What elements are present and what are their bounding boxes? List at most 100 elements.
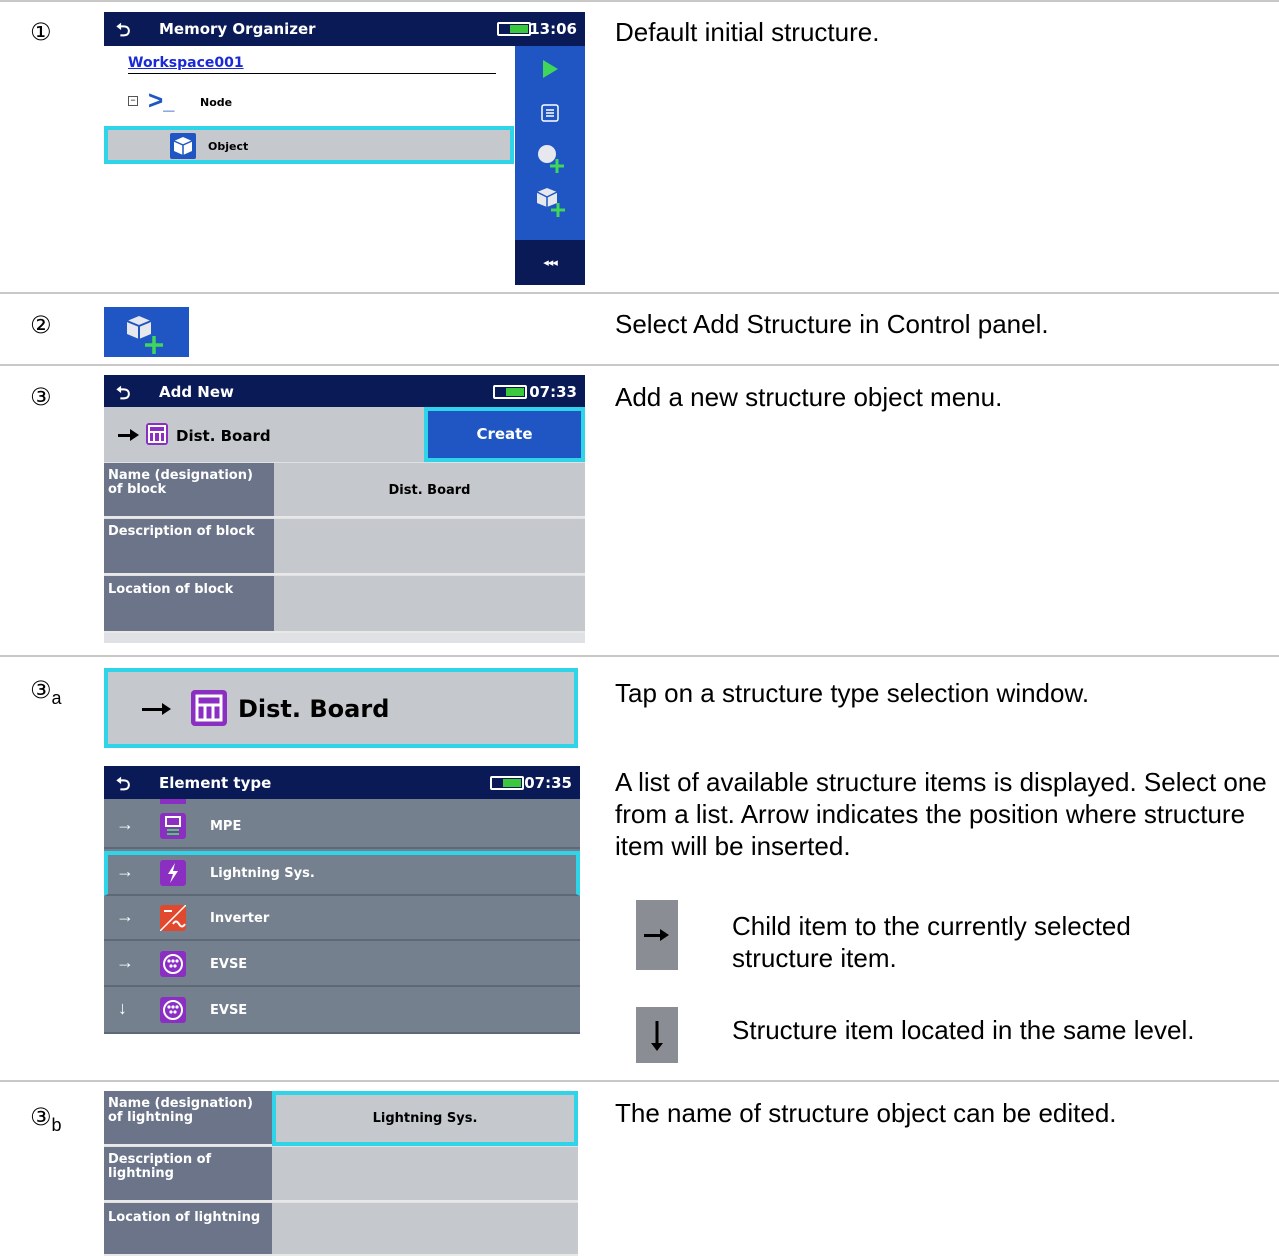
list-item-mpe[interactable]: → MPE bbox=[104, 804, 580, 849]
description-field[interactable] bbox=[272, 1147, 578, 1202]
step-description-1: Default initial structure. bbox=[615, 17, 880, 47]
evse-icon bbox=[160, 951, 186, 977]
add-structure-icon bbox=[126, 316, 163, 354]
add-structure-button[interactable] bbox=[104, 307, 189, 357]
screen-title: Add New bbox=[159, 383, 234, 401]
list-item-evse[interactable]: → EVSE bbox=[104, 942, 580, 987]
control-panel: ◂◂◂ bbox=[515, 46, 585, 285]
inverter-icon bbox=[159, 904, 187, 932]
arrow-down-icon: ↓ bbox=[118, 998, 127, 1018]
field-label: Location of block bbox=[108, 582, 234, 597]
arrow-right-icon: → bbox=[116, 861, 134, 881]
clock: 13:06 bbox=[529, 20, 577, 38]
field-value: Lightning Sys. bbox=[372, 1111, 478, 1126]
battery-icon bbox=[490, 776, 524, 790]
name-field[interactable]: Lightning Sys. bbox=[272, 1091, 578, 1146]
step-marker-3: ③ bbox=[30, 383, 52, 411]
screen-title: Memory Organizer bbox=[159, 20, 316, 38]
separator bbox=[0, 655, 1279, 657]
separator bbox=[0, 1080, 1279, 1082]
collapse-panel-button[interactable]: ◂◂◂ bbox=[515, 240, 585, 285]
evse-icon bbox=[160, 997, 186, 1023]
battery-icon bbox=[493, 385, 527, 399]
back-icon[interactable]: ⮌ bbox=[116, 772, 130, 802]
structure-type-label: Dist. Board bbox=[176, 427, 271, 445]
list-item-evse-same-level[interactable]: ↓ EVSE bbox=[104, 988, 580, 1034]
step-marker-3b: ③b bbox=[30, 1103, 62, 1135]
step-description-3b: The name of structure object can be edit… bbox=[615, 1098, 1117, 1128]
legend-same-text: Structure item located in the same level… bbox=[732, 1015, 1195, 1045]
dist-board-icon bbox=[146, 423, 168, 445]
field-label: Description of block bbox=[108, 524, 255, 539]
back-icon[interactable]: ⮌ bbox=[116, 18, 130, 48]
separator bbox=[0, 0, 1279, 2]
field-label: Location of lightning bbox=[108, 1210, 261, 1225]
field-label-row: Location of block bbox=[104, 576, 274, 633]
screen-header: ⮌ Add New 07:33 bbox=[104, 375, 585, 407]
list-icon[interactable] bbox=[515, 91, 585, 135]
step-description-3a: Tap on a structure type selection window… bbox=[615, 678, 1090, 708]
name-field[interactable]: Dist. Board bbox=[274, 463, 585, 518]
field-label-row: Location of lightning bbox=[104, 1203, 272, 1256]
field-value: Dist. Board bbox=[388, 483, 471, 498]
screen-title: Element type bbox=[159, 774, 272, 792]
add-new-screen: ⮌ Add New 07:33 Dist. Board Create Name … bbox=[104, 375, 585, 643]
dist-board-icon bbox=[191, 690, 227, 726]
list-item-label: Lightning Sys. bbox=[210, 866, 315, 881]
edit-name-screen: Name (designation) of lightning Lightnin… bbox=[104, 1091, 578, 1256]
step-description-3a-list: A list of available structure items is d… bbox=[615, 767, 1267, 861]
structure-type-label: Dist. Board bbox=[238, 695, 390, 723]
arrow-right-icon bbox=[142, 703, 171, 715]
field-label: Description of lightning bbox=[108, 1152, 212, 1181]
field-label: Name (designation) of lightning bbox=[108, 1096, 253, 1125]
field-label-row: Name (designation) of lightning bbox=[104, 1091, 272, 1146]
arrow-right-legend-icon bbox=[636, 900, 678, 970]
create-button[interactable]: Create bbox=[424, 407, 585, 462]
list-item-label: EVSE bbox=[210, 957, 248, 972]
add-measurement-icon[interactable] bbox=[515, 135, 585, 179]
structure-type-selector[interactable]: Dist. Board bbox=[104, 407, 424, 462]
clock: 07:35 bbox=[524, 774, 572, 792]
description-field[interactable] bbox=[274, 519, 585, 575]
field-label: Name (designation) of block bbox=[108, 468, 253, 497]
list-item-label: EVSE bbox=[210, 1003, 248, 1018]
workspace-name[interactable]: Workspace001 bbox=[128, 55, 496, 74]
location-field[interactable] bbox=[274, 576, 585, 633]
arrow-down-legend-icon bbox=[636, 1007, 678, 1063]
arrow-right-icon: → bbox=[116, 952, 134, 972]
list-item-inverter[interactable]: → Inverter bbox=[104, 896, 580, 941]
memory-organizer-screen: ⮌ Memory Organizer 13:06 Workspace001 − … bbox=[104, 12, 585, 285]
step-marker-1: ① bbox=[30, 18, 52, 46]
element-type-screen: ⮌ Element type 07:35 → MPE → Lightning S… bbox=[104, 766, 580, 1034]
node-icon: >_ bbox=[148, 85, 175, 115]
mpe-icon bbox=[160, 813, 186, 839]
separator bbox=[0, 364, 1279, 366]
clock: 07:33 bbox=[529, 383, 577, 401]
screen-header: ⮌ Element type 07:35 bbox=[104, 766, 580, 799]
object-label: Object bbox=[208, 140, 249, 153]
list-item-lightning-sys[interactable]: → Lightning Sys. bbox=[104, 851, 580, 896]
step-description-3: Add a new structure object menu. bbox=[615, 382, 1003, 412]
location-field[interactable] bbox=[272, 1203, 578, 1256]
field-label-row: Name (designation) of block bbox=[104, 463, 274, 518]
separator bbox=[0, 292, 1279, 294]
list-item-label: Inverter bbox=[210, 911, 270, 926]
object-row[interactable]: Object bbox=[104, 126, 514, 164]
structure-type-selector-zoom[interactable]: Dist. Board bbox=[104, 668, 578, 748]
lightning-icon bbox=[160, 860, 186, 886]
step-description-2: Select Add Structure in Control panel. bbox=[615, 309, 1049, 339]
arrow-right-icon bbox=[118, 429, 139, 441]
arrow-right-icon: → bbox=[116, 814, 134, 834]
object-icon bbox=[170, 133, 196, 159]
node-label[interactable]: Node bbox=[200, 96, 232, 109]
list-item-label: MPE bbox=[210, 819, 242, 834]
field-label-row: Description of lightning bbox=[104, 1147, 272, 1202]
play-icon[interactable] bbox=[515, 47, 585, 91]
legend-child-text: Child item to the currently selected str… bbox=[732, 911, 1131, 973]
field-label-row: Description of block bbox=[104, 519, 274, 575]
collapse-icon[interactable]: − bbox=[128, 96, 138, 106]
arrow-right-icon: → bbox=[116, 906, 134, 926]
add-structure-icon[interactable] bbox=[515, 179, 585, 223]
step-marker-2: ② bbox=[30, 311, 52, 339]
battery-icon bbox=[497, 22, 531, 36]
